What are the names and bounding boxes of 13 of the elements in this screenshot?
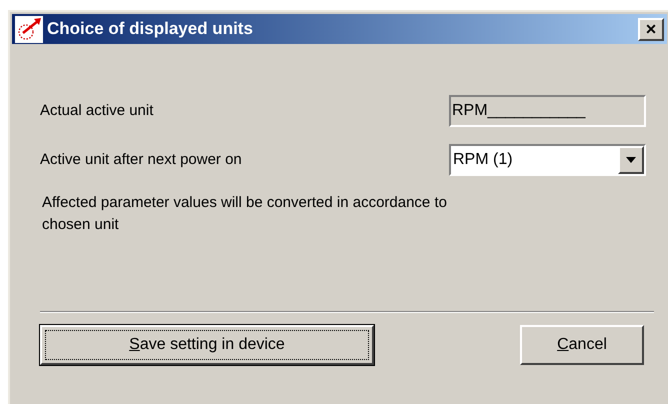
app-icon (15, 16, 43, 42)
caret-icon (626, 157, 636, 163)
close-button[interactable]: × (638, 18, 664, 40)
window-title: Choice of displayed units (47, 18, 254, 40)
cancel-button[interactable]: Cancel (520, 325, 644, 365)
dropdown-arrow-button[interactable] (618, 146, 644, 174)
field-label: Active unit after next power on (40, 150, 242, 170)
unit-dropdown[interactable]: RPM (1) (449, 144, 646, 176)
info-text: Affected parameter values will be converted in accordance to chosen unit (42, 193, 448, 235)
save-button[interactable]: Save setting in device (40, 325, 374, 365)
unit-field[interactable]: RPM___________ (449, 95, 646, 127)
field-label: Actual active unit (40, 100, 154, 121)
dropdown-value: RPM (1) (452, 150, 514, 170)
